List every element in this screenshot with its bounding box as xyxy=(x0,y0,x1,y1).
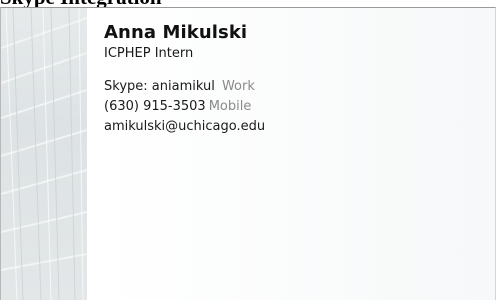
building-silhouette-icon xyxy=(1,8,87,300)
phone-type: Mobile xyxy=(208,99,252,114)
email-row[interactable]: amikulski@uchicago.edu xyxy=(104,117,265,137)
contact-card: Anna Mikulski ICPHEP Intern Skype: aniam… xyxy=(0,7,496,300)
contact-details: Anna Mikulski ICPHEP Intern Skype: aniam… xyxy=(104,22,265,137)
contact-methods: Skype: aniamikul Work (630) 915-3503 Mobi… xyxy=(104,77,265,137)
contact-photo-placeholder xyxy=(1,8,87,300)
contact-title: ICPHEP Intern xyxy=(104,46,194,61)
skype-row[interactable]: Skype: aniamikul Work xyxy=(104,77,265,97)
skype-id[interactable]: aniamikul xyxy=(152,79,215,94)
skype-label: Skype: xyxy=(104,79,148,94)
contact-card-screenshot: Skype Integration xyxy=(0,0,496,300)
email-address[interactable]: amikulski@uchicago.edu xyxy=(104,119,265,134)
contact-name: Anna Mikulski xyxy=(104,22,248,43)
phone-row[interactable]: (630) 915-3503 Mobile xyxy=(104,97,265,117)
phone-number[interactable]: (630) 915-3503 xyxy=(104,99,206,114)
skype-type: Work xyxy=(221,79,255,94)
